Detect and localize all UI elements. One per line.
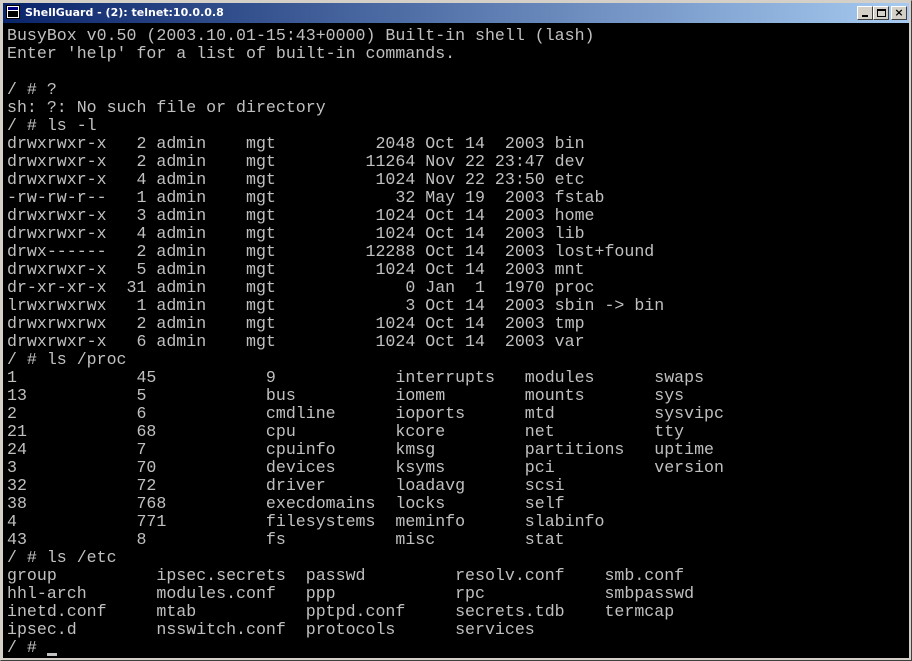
terminal-line: drwx------ 2 admin mgt 12288 Oct 14 2003… <box>7 242 655 261</box>
prompt-line[interactable]: / # <box>7 639 724 657</box>
terminal-line: sh: ?: No such file or directory <box>7 98 326 117</box>
terminal-line: hhl-arch modules.conf ppp rpc smbpasswd <box>7 584 695 603</box>
terminal-line: 43 8 fs misc stat <box>7 530 565 549</box>
close-icon: × <box>894 6 904 19</box>
terminal-line: drwxrwxr-x 2 admin mgt 2048 Oct 14 2003 … <box>7 134 585 153</box>
terminal-lines: BusyBox v0.50 (2003.10.01-15:43+0000) Bu… <box>7 27 724 657</box>
terminal-line: 38 768 execdomains locks self <box>7 494 565 513</box>
terminal-line: 24 7 cpuinfo kmsg partitions uptime <box>7 440 715 459</box>
terminal-line: 13 5 bus iomem mounts sys <box>7 386 685 405</box>
window-title: ShellGuard - (2): telnet:10.0.0.8 <box>25 6 224 19</box>
terminal-line: ipsec.d nsswitch.conf protocols services <box>7 620 535 639</box>
terminal-line: / # ls /proc <box>7 350 127 369</box>
close-button[interactable]: × <box>891 6 907 20</box>
terminal-line: Enter 'help' for a list of built-in comm… <box>7 44 456 63</box>
maximize-icon <box>877 9 886 17</box>
terminal-line: / # ls /etc <box>7 548 117 567</box>
terminal-line: lrwxrwxrwx 1 admin mgt 3 Oct 14 2003 sbi… <box>7 296 665 315</box>
terminal-line: 3 70 devices ksyms pci version <box>7 458 724 477</box>
terminal-line: group ipsec.secrets passwd resolv.conf s… <box>7 566 685 585</box>
terminal-line: drwxrwxr-x 4 admin mgt 1024 Nov 22 23:50… <box>7 170 585 189</box>
terminal-line: 1 45 9 interrupts modules swaps <box>7 368 705 387</box>
minimize-button[interactable] <box>857 6 873 20</box>
terminal-line: drwxrwxr-x 3 admin mgt 1024 Oct 14 2003 … <box>7 206 595 225</box>
terminal-window: ShellGuard - (2): telnet:10.0.0.8 × Busy… <box>0 0 912 661</box>
terminal-line: -rw-rw-r-- 1 admin mgt 32 May 19 2003 fs… <box>7 188 605 207</box>
terminal-line: dr-xr-xr-x 31 admin mgt 0 Jan 1 1970 pro… <box>7 278 595 297</box>
terminal-line: BusyBox v0.50 (2003.10.01-15:43+0000) Bu… <box>7 26 595 45</box>
minimize-icon <box>862 15 868 17</box>
terminal-line: / # ? <box>7 80 57 99</box>
maximize-button[interactable] <box>873 6 889 20</box>
terminal-line: 21 68 cpu kcore net tty <box>7 422 685 441</box>
shell-prompt: / # <box>7 638 47 657</box>
terminal-line: drwxrwxr-x 4 admin mgt 1024 Oct 14 2003 … <box>7 224 585 243</box>
terminal-app-icon[interactable] <box>6 5 20 19</box>
terminal-line: inetd.conf mtab pptpd.conf secrets.tdb t… <box>7 602 675 621</box>
terminal-line: drwxrwxr-x 5 admin mgt 1024 Oct 14 2003 … <box>7 260 585 279</box>
terminal-output-area[interactable]: BusyBox v0.50 (2003.10.01-15:43+0000) Bu… <box>3 23 909 658</box>
terminal-line: 4 771 filesystems meminfo slabinfo <box>7 512 605 531</box>
title-bar[interactable]: ShellGuard - (2): telnet:10.0.0.8 × <box>3 3 909 23</box>
terminal-line: / # ls -l <box>7 116 97 135</box>
text-cursor <box>46 653 57 656</box>
terminal-line: drwxrwxr-x 6 admin mgt 1024 Oct 14 2003 … <box>7 332 585 351</box>
terminal-line: drwxrwxrwx 2 admin mgt 1024 Oct 14 2003 … <box>7 314 585 333</box>
terminal-line: drwxrwxr-x 2 admin mgt 11264 Nov 22 23:4… <box>7 152 585 171</box>
terminal-line: 2 6 cmdline ioports mtd sysvipc <box>7 404 724 423</box>
terminal-line: 32 72 driver loadavg scsi <box>7 476 565 495</box>
